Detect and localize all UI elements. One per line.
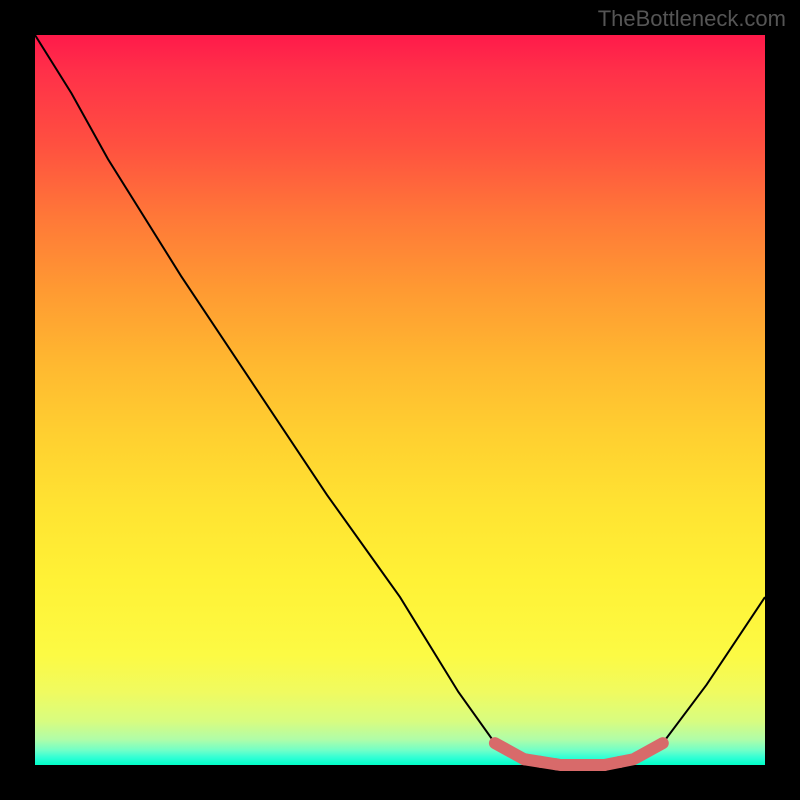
bottleneck-curve [35, 35, 765, 765]
watermark-text: TheBottleneck.com [598, 6, 786, 32]
chart-plot-area [35, 35, 765, 765]
curve-line [35, 35, 765, 765]
